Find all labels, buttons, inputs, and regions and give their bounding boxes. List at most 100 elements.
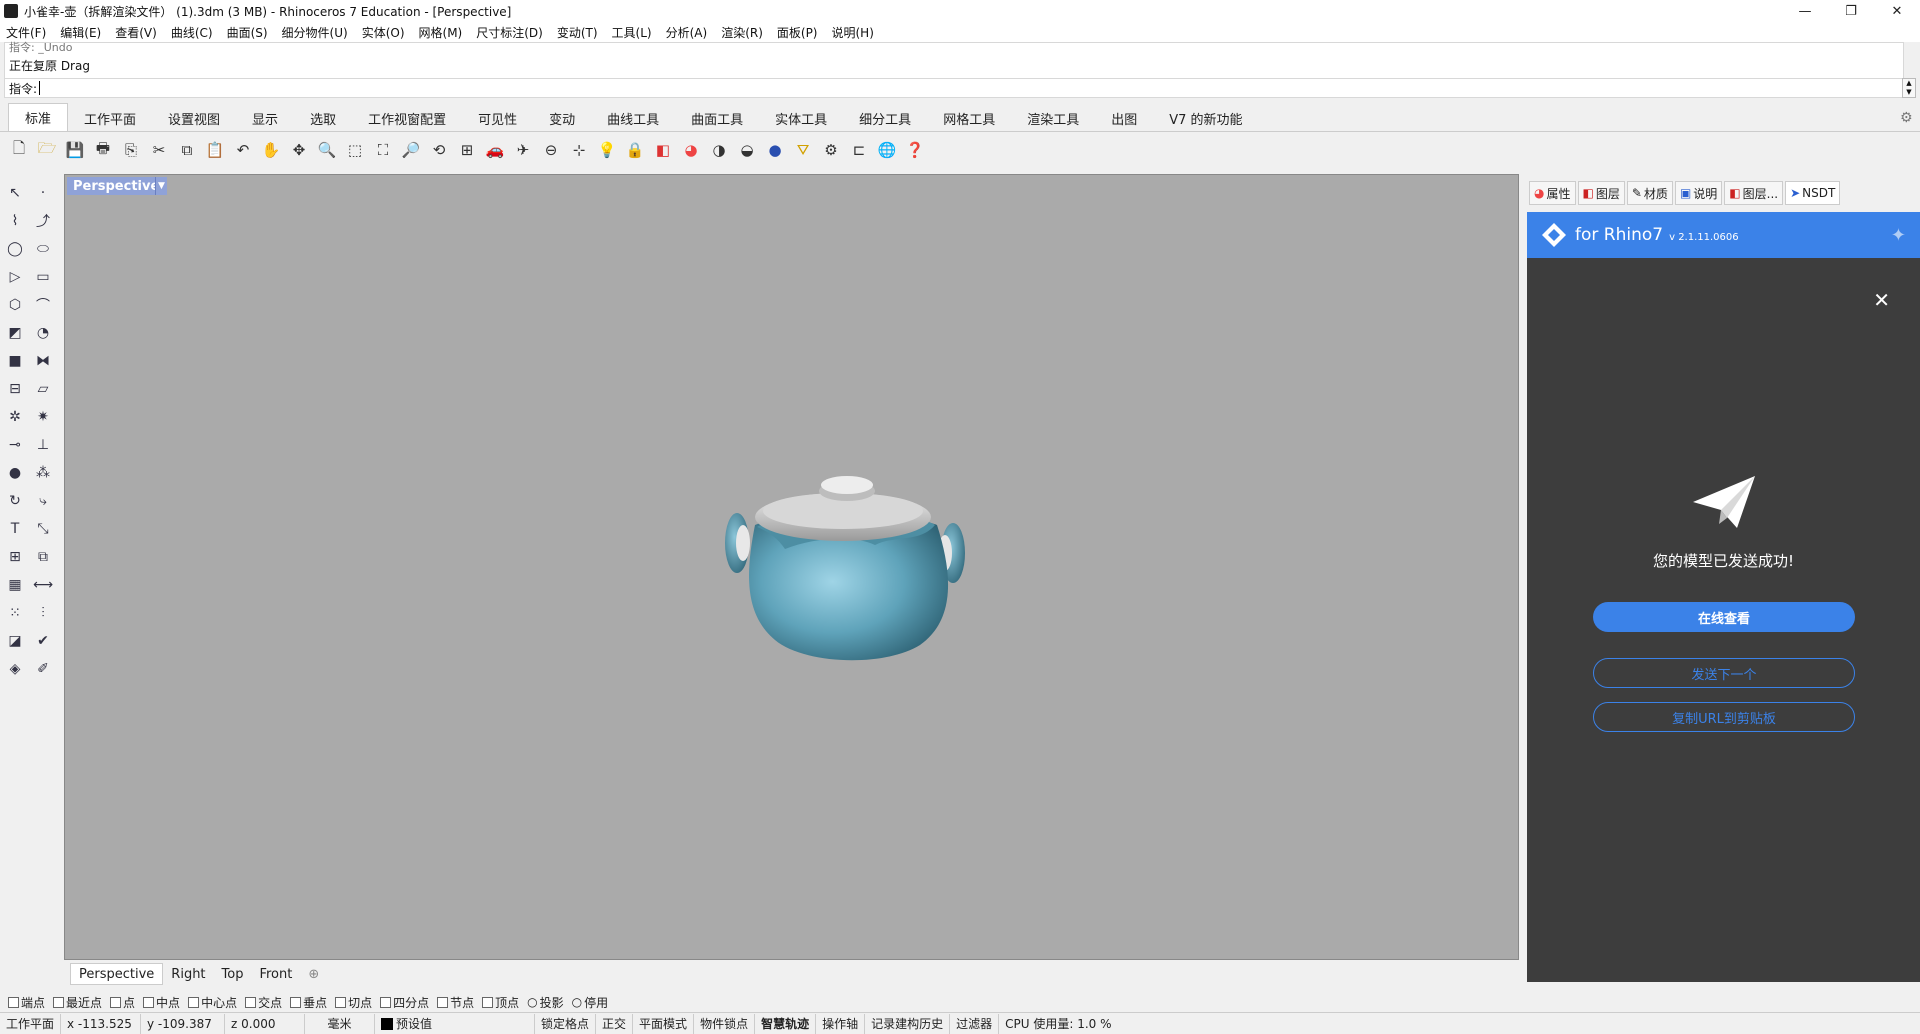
tab-new-in-v7[interactable]: V7 的新功能 [1153, 105, 1258, 131]
status-filter[interactable]: 过滤器 [950, 1013, 1000, 1034]
fillet-icon[interactable]: ● [4, 462, 26, 484]
status-cplane[interactable]: 工作平面 [0, 1013, 62, 1034]
tab-transform[interactable]: 变动 [533, 105, 591, 131]
status-osnap[interactable]: 物件锁点 [694, 1013, 756, 1034]
rectangle-icon[interactable]: ▭ [32, 266, 54, 288]
viewport-tab-perspective[interactable]: Perspective [70, 963, 164, 985]
four-view-icon[interactable]: ⊞ [456, 139, 478, 161]
command-history[interactable]: 指令: _Undo 正在复原 Drag [4, 41, 1904, 80]
viewport-title[interactable]: Perspective [67, 177, 166, 195]
osnap-knot[interactable]: 节点 [437, 994, 474, 1011]
tab-layers-2[interactable]: ◧ 图层... [1724, 181, 1784, 205]
boolean-icon[interactable]: ⧓ [32, 350, 54, 372]
tab-solid-tools[interactable]: 实体工具 [759, 105, 843, 131]
undo-icon[interactable]: ↶ [232, 139, 254, 161]
osnap-tan[interactable]: 切点 [335, 994, 372, 1011]
tab-cplanes[interactable]: 工作平面 [68, 105, 152, 131]
polygon-tool-icon[interactable]: ⬡ [4, 294, 26, 316]
menu-panels[interactable]: 面板(P) [777, 24, 818, 41]
tab-viewport-layout[interactable]: 工作视窗配置 [352, 105, 462, 131]
osnap-end[interactable]: 端点 [8, 994, 45, 1011]
globe-icon[interactable]: 🌐 [876, 139, 898, 161]
select-arrow-icon[interactable]: ↖ [4, 182, 26, 204]
tab-help[interactable]: ▣ 说明 [1674, 181, 1723, 205]
tab-render-tools[interactable]: 渲染工具 [1011, 105, 1095, 131]
split-icon[interactable]: ⊥ [32, 434, 54, 456]
teapot-model[interactable] [715, 425, 975, 685]
tab-subd-tools[interactable]: 细分工具 [843, 105, 927, 131]
tab-surface-tools[interactable]: 曲面工具 [675, 105, 759, 131]
status-history[interactable]: 记录建构历史 [865, 1013, 951, 1034]
zoom-icon[interactable]: 🔍 [316, 139, 338, 161]
menu-view[interactable]: 查看(V) [115, 24, 157, 41]
shaded-sphere-icon[interactable]: ◑ [708, 139, 730, 161]
polyline-icon[interactable]: ⌇ [4, 210, 26, 232]
mirror-icon[interactable]: ⧉ [32, 546, 54, 568]
menu-curve[interactable]: 曲线(C) [171, 24, 213, 41]
move-icon[interactable]: ⤷ [32, 490, 54, 512]
tab-properties[interactable]: ◕ 属性 [1529, 181, 1576, 205]
tab-select[interactable]: 选取 [294, 105, 352, 131]
status-layer[interactable]: 预设值 [375, 1013, 536, 1034]
command-scroll-spinner[interactable]: ▲ ▼ [1902, 78, 1916, 98]
snap-icon[interactable]: ⊹ [568, 139, 590, 161]
osnap-mid[interactable]: 中点 [143, 994, 180, 1011]
menu-solid[interactable]: 实体(O) [362, 24, 405, 41]
menu-tools[interactable]: 工具(L) [612, 24, 652, 41]
dimension-icon[interactable]: ⊏ [848, 139, 870, 161]
rotate-view-icon[interactable]: ✥ [288, 139, 310, 161]
menu-dimension[interactable]: 尺寸标注(D) [476, 24, 543, 41]
menu-analyze[interactable]: 分析(A) [666, 24, 708, 41]
lightbulb-icon[interactable]: 💡 [596, 139, 618, 161]
viewport-tab-front[interactable]: Front [251, 963, 300, 985]
copy-icon[interactable]: ⧉ [176, 139, 198, 161]
color-wheel-icon[interactable]: ◕ [680, 139, 702, 161]
viewport-tab-top[interactable]: Top [214, 963, 252, 985]
circle-icon[interactable]: ◯ [4, 238, 26, 260]
rendered-sphere-icon[interactable]: ◒ [736, 139, 758, 161]
tab-nsdt[interactable]: ➤ NSDT [1785, 181, 1841, 205]
restore-button[interactable]: ❐ [1828, 0, 1874, 22]
osnap-perp[interactable]: 垂点 [290, 994, 327, 1011]
surface-icon[interactable]: ◩ [4, 322, 26, 344]
zoom-extents-icon[interactable]: ⛶ [372, 139, 394, 161]
polygon-icon[interactable]: ▷ [4, 266, 26, 288]
render-shapes-icon[interactable]: ◈ [4, 658, 26, 680]
osnap-project[interactable]: ○ 投影 [527, 994, 564, 1011]
gear-shape-icon[interactable]: ✲ [4, 406, 26, 428]
chevron-down-icon[interactable]: ▼ [155, 177, 167, 195]
render-sphere-icon[interactable]: ● [764, 139, 786, 161]
tab-set-view[interactable]: 设置视图 [152, 105, 236, 131]
osnap-near[interactable]: 最近点 [53, 994, 102, 1011]
box-icon[interactable]: ■ [4, 350, 26, 372]
block-icon[interactable]: ▦ [4, 574, 26, 596]
send-next-button[interactable]: 发送下一个 [1593, 658, 1855, 688]
options-gear-icon[interactable]: ⚙ [820, 139, 842, 161]
explode-icon[interactable]: ✷ [32, 406, 54, 428]
gear-icon[interactable]: ⚙ [1900, 110, 1916, 126]
rotate-icon[interactable]: ↻ [4, 490, 26, 512]
paint-icon[interactable]: ✐ [32, 658, 54, 680]
tab-layers[interactable]: ◧ 图层 [1577, 181, 1625, 205]
undo-view-icon[interactable]: ⟲ [428, 139, 450, 161]
zoom-selected-icon[interactable]: 🔎 [400, 139, 422, 161]
status-units[interactable]: 毫米 [305, 1013, 376, 1034]
align-icon[interactable]: ⫶ [32, 602, 54, 624]
viewport-tab-right[interactable]: Right [163, 963, 213, 985]
menu-mesh[interactable]: 网格(M) [419, 24, 463, 41]
mesh-icon[interactable]: ▱ [32, 378, 54, 400]
osnap-int[interactable]: 交点 [245, 994, 282, 1011]
osnap-quad[interactable]: 四分点 [380, 994, 429, 1011]
export-icon[interactable]: ⎘ [120, 139, 142, 161]
open-folder-icon[interactable]: 🗁 [36, 139, 58, 161]
group-icon[interactable]: ⁂ [32, 462, 54, 484]
analyze-icon[interactable]: ◪ [4, 630, 26, 652]
status-grid-snap[interactable]: 锁定格点 [535, 1013, 597, 1034]
lock-icon[interactable]: 🔒 [624, 139, 646, 161]
menu-transform[interactable]: 变动(T) [557, 24, 598, 41]
zoom-window-icon[interactable]: ⬚ [344, 139, 366, 161]
check-icon[interactable]: ✔ [32, 630, 54, 652]
menu-help[interactable]: 说明(H) [832, 24, 874, 41]
tab-materials[interactable]: ✎ 材质 [1626, 181, 1673, 205]
grid-array-icon[interactable]: ⁙ [4, 602, 26, 624]
